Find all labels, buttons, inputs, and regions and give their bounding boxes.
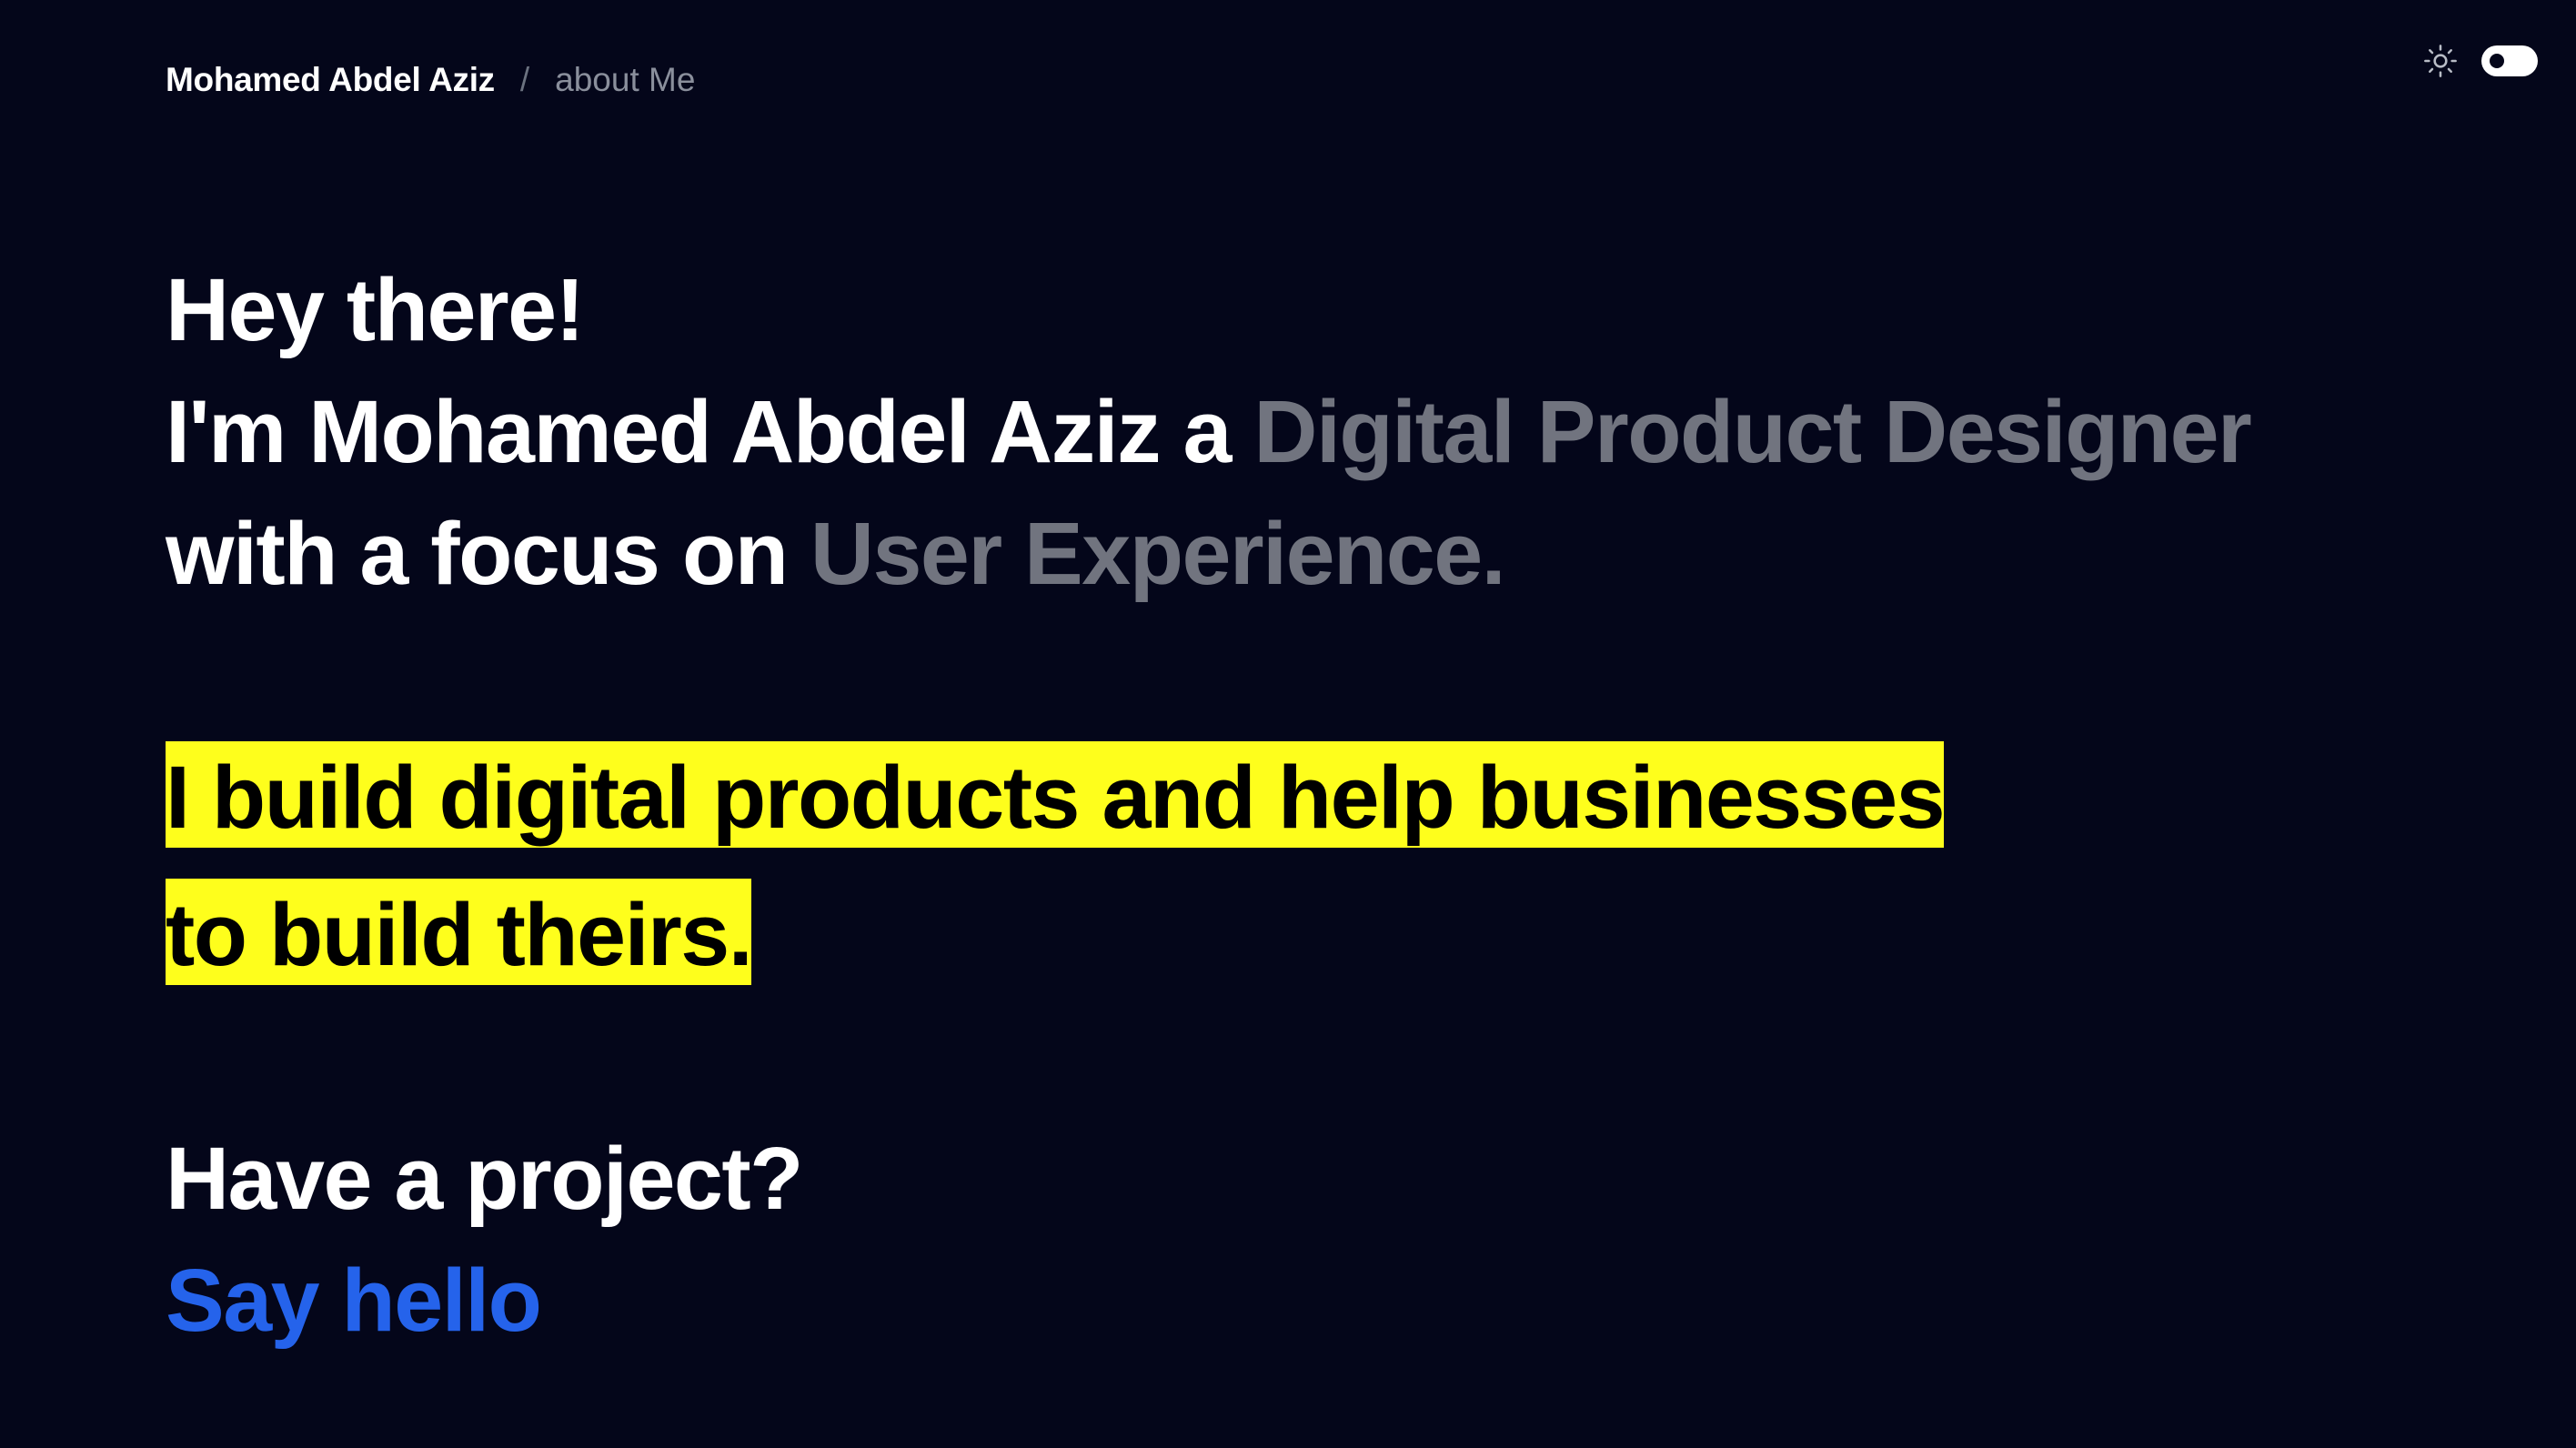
page: Mohamed Abdel Aziz / about Me Hey there!	[0, 0, 2576, 1448]
breadcrumb-home-link[interactable]: Mohamed Abdel Aziz	[166, 60, 495, 100]
highlight-line-2: to build theirs.	[166, 879, 753, 985]
breadcrumb-current: about Me	[555, 61, 696, 98]
role-text: Digital Product Designer	[1253, 382, 2251, 481]
say-hello-link[interactable]: Say hello	[166, 1240, 542, 1362]
theme-controls	[2423, 44, 2538, 78]
name-prefix: I'm Mohamed Abdel Aziz a	[166, 382, 1254, 481]
cta-heading: Have a project?	[166, 1129, 803, 1228]
intro-heading: Hey there! I'm Mohamed Abdel Aziz a Digi…	[166, 249, 2258, 615]
breadcrumb: Mohamed Abdel Aziz / about Me	[166, 60, 695, 100]
sun-icon	[2424, 45, 2457, 77]
focus-text: User Experience.	[810, 504, 1506, 603]
focus-prefix: with a focus on	[166, 504, 810, 603]
highlight-statement: I build digital products and help busine…	[166, 737, 2258, 996]
greeting: Hey there!	[166, 260, 585, 359]
breadcrumb-separator: /	[519, 61, 530, 98]
theme-toggle[interactable]	[2481, 45, 2538, 76]
highlight-line-1: I build digital products and help busine…	[166, 741, 1946, 848]
theme-toggle-knob	[2490, 54, 2504, 68]
main-content: Hey there! I'm Mohamed Abdel Aziz a Digi…	[166, 249, 2258, 1362]
